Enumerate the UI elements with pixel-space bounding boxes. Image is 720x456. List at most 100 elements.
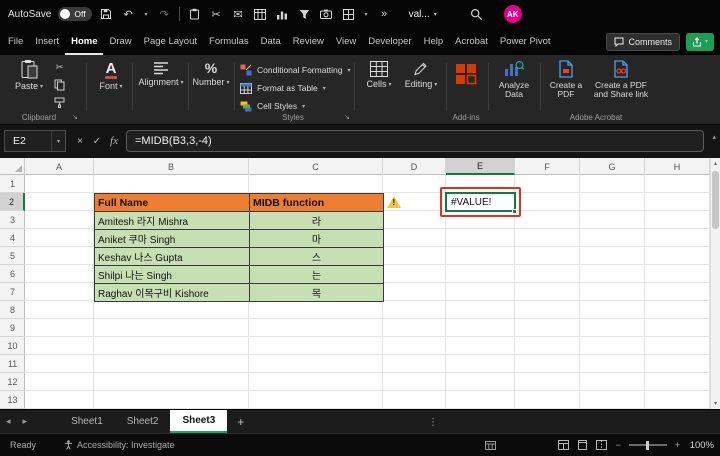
column-header-E[interactable]: E bbox=[446, 158, 515, 175]
alignment-group-button[interactable]: Alignment ▾ bbox=[138, 61, 184, 88]
cancel-icon[interactable]: × bbox=[72, 130, 88, 152]
row-header-3[interactable]: 3 bbox=[0, 211, 25, 229]
tab-formulas[interactable]: Formulas bbox=[203, 28, 255, 55]
number-group-button[interactable]: % Number ▾ bbox=[192, 61, 230, 88]
cell-C3[interactable]: 라 bbox=[250, 212, 384, 230]
avatar[interactable]: AK bbox=[503, 5, 522, 23]
sheet-tab-sheet1[interactable]: Sheet1 bbox=[59, 410, 115, 433]
tab-developer[interactable]: Developer bbox=[362, 28, 417, 55]
sheet-tab-sheet2[interactable]: Sheet2 bbox=[115, 410, 171, 433]
add-ins-button[interactable] bbox=[452, 62, 480, 86]
formula-input[interactable]: =MIDB(B3,3,-4) bbox=[126, 130, 704, 152]
row-header-5[interactable]: 5 bbox=[0, 247, 25, 265]
row-header-8[interactable]: 8 bbox=[0, 301, 25, 319]
column-header-B[interactable]: B bbox=[94, 158, 249, 175]
cell-C5[interactable]: 스 bbox=[250, 248, 384, 266]
accessibility-status[interactable]: Accessibility: Investigate bbox=[64, 440, 175, 450]
fill-handle[interactable] bbox=[512, 209, 517, 214]
zoom-in-icon[interactable]: + bbox=[675, 440, 680, 450]
paste-button[interactable]: Paste ▾ bbox=[8, 59, 50, 92]
vertical-scrollbar[interactable]: ▴ ▾ bbox=[710, 158, 720, 409]
row-header-4[interactable]: 4 bbox=[0, 229, 25, 247]
cut-icon[interactable]: ✂ bbox=[209, 5, 224, 23]
column-header-A[interactable]: A bbox=[25, 158, 94, 175]
sheet-menu-icon[interactable]: ⋮ bbox=[428, 410, 438, 434]
table-icon[interactable] bbox=[253, 5, 268, 23]
cell-B5[interactable]: Keshav 나스 Gupta bbox=[95, 248, 250, 266]
mail-icon[interactable]: ✉ bbox=[231, 5, 246, 23]
enter-icon[interactable]: ✓ bbox=[89, 130, 105, 152]
row-header-2[interactable]: 2 bbox=[0, 193, 25, 211]
clipboard-dialog-launcher-icon[interactable]: ↘ bbox=[72, 113, 78, 121]
zoom-out-icon[interactable]: − bbox=[615, 440, 620, 450]
undo-icon[interactable]: ↶ bbox=[121, 5, 136, 23]
qat-overflow-icon[interactable]: » bbox=[377, 5, 392, 23]
cell-C4[interactable]: 마 bbox=[250, 230, 384, 248]
clipboard-icon[interactable] bbox=[187, 5, 202, 23]
tab-file[interactable]: File bbox=[2, 28, 29, 55]
format-as-table-button[interactable]: Format as Table ▾ bbox=[240, 80, 326, 96]
sheet-tab-sheet3[interactable]: Sheet3 bbox=[170, 410, 228, 433]
zoom-slider[interactable] bbox=[628, 440, 667, 450]
tab-home[interactable]: Home bbox=[65, 28, 103, 55]
undo-dropdown-icon[interactable]: ▾ bbox=[143, 5, 150, 23]
name-box[interactable]: E2 ▾ bbox=[4, 130, 66, 152]
row-header-7[interactable]: 7 bbox=[0, 283, 25, 301]
normal-view-icon[interactable] bbox=[558, 440, 570, 450]
tab-help[interactable]: Help bbox=[418, 28, 450, 55]
qat-customize-icon[interactable]: ▾ bbox=[363, 5, 370, 23]
cell-C7[interactable]: 목 bbox=[250, 284, 384, 302]
cell-C6[interactable]: 는 bbox=[250, 266, 384, 284]
borders-icon[interactable] bbox=[341, 5, 356, 23]
row-header-10[interactable]: 10 bbox=[0, 337, 25, 355]
cell-B6[interactable]: Shilpi 나는 Singh bbox=[95, 266, 250, 284]
tab-view[interactable]: View bbox=[330, 28, 362, 55]
tab-acrobat[interactable]: Acrobat bbox=[449, 28, 494, 55]
name-box-caret-icon[interactable]: ▾ bbox=[51, 131, 65, 151]
zoom-slider-thumb[interactable] bbox=[645, 440, 649, 450]
cell-B4[interactable]: Aniket 쿠마 Singh bbox=[95, 230, 250, 248]
page-layout-view-icon[interactable] bbox=[577, 440, 588, 450]
select-all-corner[interactable] bbox=[0, 158, 25, 175]
create-pdf-share-button[interactable]: Create a PDF and Share link bbox=[592, 60, 650, 100]
collapse-formula-bar-icon[interactable]: ▴ bbox=[712, 133, 716, 141]
camera-icon[interactable] bbox=[319, 5, 334, 23]
share-button[interactable]: ▾ bbox=[685, 32, 714, 51]
tab-insert[interactable]: Insert bbox=[29, 28, 65, 55]
column-header-D[interactable]: D bbox=[383, 158, 446, 175]
editing-group-button[interactable]: Editing ▾ bbox=[400, 61, 442, 90]
error-warning-icon[interactable]: ! bbox=[387, 195, 402, 209]
row-header-11[interactable]: 11 bbox=[0, 355, 25, 373]
insert-function-icon[interactable]: fx bbox=[106, 130, 122, 152]
page-break-view-icon[interactable] bbox=[596, 440, 608, 450]
scroll-up-icon[interactable]: ▴ bbox=[711, 158, 720, 169]
column-header-F[interactable]: F bbox=[515, 158, 580, 175]
tab-draw[interactable]: Draw bbox=[103, 28, 137, 55]
font-group-button[interactable]: A Font ▾ bbox=[94, 61, 128, 92]
row-header-6[interactable]: 6 bbox=[0, 265, 25, 283]
redo-icon[interactable]: ↷ bbox=[157, 5, 172, 23]
cells-group-button[interactable]: Cells ▾ bbox=[360, 61, 398, 90]
row-header-1[interactable]: 1 bbox=[0, 175, 25, 193]
view-shortcuts-icon[interactable] bbox=[485, 440, 497, 450]
new-sheet-icon[interactable]: + bbox=[227, 410, 254, 433]
cell-B7[interactable]: Raghav 이목구비 Kishore bbox=[95, 284, 250, 302]
zoom-level[interactable]: 100% bbox=[688, 440, 714, 451]
row-header-12[interactable]: 12 bbox=[0, 373, 25, 391]
copy-button[interactable] bbox=[54, 79, 65, 91]
autosave-toggle[interactable]: Off bbox=[58, 7, 92, 21]
scroll-down-icon[interactable]: ▾ bbox=[711, 398, 720, 409]
cell-styles-button[interactable]: Cell Styles ▾ bbox=[240, 98, 305, 114]
sheet-nav-right-icon[interactable]: ▸ bbox=[17, 410, 34, 433]
scrollbar-thumb[interactable] bbox=[712, 171, 719, 229]
chart-icon[interactable] bbox=[275, 5, 290, 23]
row-header-13[interactable]: 13 bbox=[0, 391, 25, 409]
create-pdf-button[interactable]: Create a PDF bbox=[544, 60, 588, 100]
column-header-G[interactable]: G bbox=[580, 158, 645, 175]
spreadsheet-grid[interactable]: A B C D E F G H 1 2 3 4 5 6 7 8 9 10 11 12 13 Full Name MIDB… bbox=[0, 158, 710, 409]
styles-dialog-launcher-icon[interactable]: ↘ bbox=[344, 113, 350, 121]
cell-C2[interactable]: MIDB function bbox=[250, 194, 384, 212]
cell-B3[interactable]: Amitesh 라지 Mishra bbox=[95, 212, 250, 230]
cell-B2[interactable]: Full Name bbox=[95, 194, 250, 212]
column-header-C[interactable]: C bbox=[249, 158, 383, 175]
